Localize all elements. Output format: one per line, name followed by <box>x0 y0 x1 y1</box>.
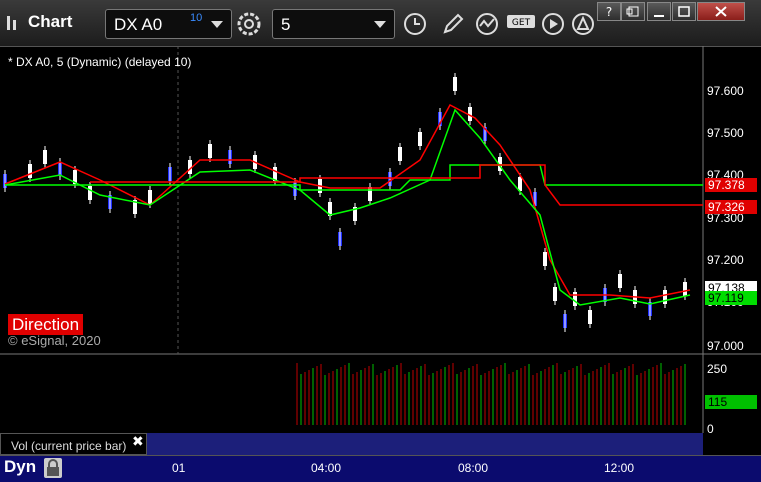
chevron-down-icon <box>374 21 386 28</box>
copyright-label: © eSignal, 2020 <box>8 333 101 348</box>
close-icon <box>715 6 727 17</box>
lock-icon[interactable] <box>44 458 62 478</box>
settings-gear-icon[interactable] <box>236 11 262 37</box>
x-tick: 12:00 <box>604 461 635 475</box>
y-tick: 97.200 <box>707 253 744 267</box>
chevron-down-icon <box>211 21 223 28</box>
interval-combobox[interactable]: 5 <box>272 9 395 39</box>
ma-red-line <box>4 103 691 299</box>
ma-green-line <box>4 108 691 306</box>
minimize-button[interactable] <box>647 2 671 21</box>
get-data-icon[interactable]: GET <box>506 11 536 37</box>
symbol-delay-badge: 10 <box>190 12 203 24</box>
clock-icon[interactable] <box>402 11 428 37</box>
price-chart[interactable] <box>0 46 761 481</box>
question-icon: ? <box>606 5 612 19</box>
minimize-icon <box>654 15 664 17</box>
play-icon[interactable] <box>540 11 566 37</box>
price-tag: 97.378 <box>705 178 757 192</box>
help-button[interactable]: ? <box>597 2 621 21</box>
pencil-draw-icon[interactable] <box>440 11 466 37</box>
svg-text:?: ? <box>606 5 612 19</box>
x-tick: 01 <box>172 461 186 475</box>
y-tick: 97.600 <box>707 84 744 98</box>
symbol-value: DX A0 <box>114 15 163 34</box>
x-tick: 08:00 <box>458 461 489 475</box>
app-title: Chart <box>28 12 73 31</box>
volume-y-tick: 250 <box>707 362 728 376</box>
svg-text:GET: GET <box>512 18 531 28</box>
link-window-icon <box>626 6 639 17</box>
restore-button[interactable] <box>672 2 696 21</box>
volume-last-value-tag: 115 <box>705 395 757 409</box>
volume-y-tick: 0 <box>707 422 714 436</box>
y-tick: 97.000 <box>707 339 744 353</box>
interval-value: 5 <box>281 15 291 34</box>
restore-icon <box>678 6 690 17</box>
price-tag: 97.326 <box>705 200 757 214</box>
price-tag: 97.119 <box>705 291 757 305</box>
dynamic-mode-label[interactable]: Dyn <box>4 457 36 477</box>
volume-panel-label: Vol (current price bar) <box>0 433 147 455</box>
series-label: * DX A0, 5 (Dynamic) (delayed 10) <box>8 55 192 69</box>
title-bar: Chart DX A0 10 5 GET ? <box>0 0 761 47</box>
link-window-button[interactable] <box>621 2 645 21</box>
alert-icon[interactable] <box>570 11 596 37</box>
close-icon[interactable]: ✖ <box>132 433 144 450</box>
volume-label-bar <box>147 433 703 455</box>
study-wave-icon[interactable] <box>474 11 500 37</box>
x-tick: 04:00 <box>311 461 342 475</box>
direction-indicator-label: Direction <box>8 314 84 335</box>
chart-app-icon <box>7 16 16 30</box>
volume-label-text: Vol (current price bar) <box>11 439 127 453</box>
time-axis-bar <box>0 455 761 482</box>
y-tick: 97.500 <box>707 126 744 140</box>
close-button[interactable] <box>697 2 745 21</box>
symbol-combobox[interactable]: DX A0 10 <box>105 9 232 39</box>
